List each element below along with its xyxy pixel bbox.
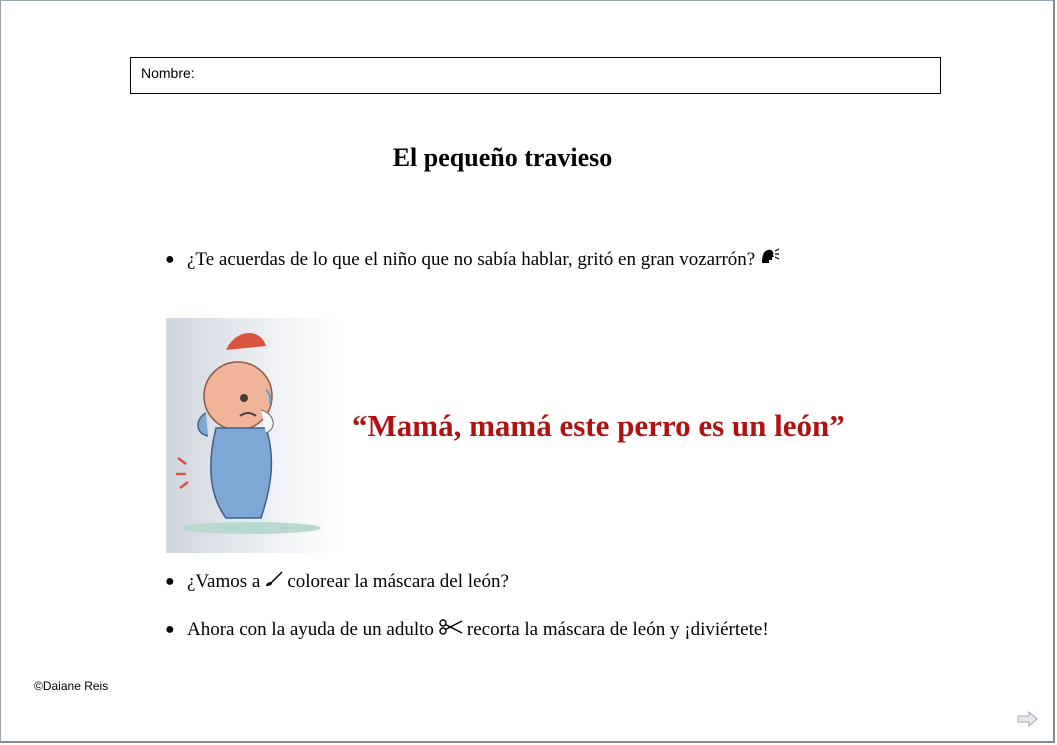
question-1-text: ¿Te acuerdas de lo que el niño que no sa…: [187, 249, 756, 270]
crying-child-illustration: [166, 318, 342, 553]
list-item-question-2: ● ¿Vamos a colorear la máscara del león?: [165, 571, 509, 593]
scissors-icon: [438, 619, 467, 639]
next-arrow-icon[interactable]: [1017, 710, 1039, 728]
page-title: El pequeño travieso: [392, 143, 613, 172]
brush-icon: [265, 571, 287, 591]
name-label: Nombre:: [141, 65, 195, 81]
speaking-head-icon: [760, 248, 780, 269]
list-item-question-3: ● Ahora con la ayuda de un adulto recorta…: [165, 619, 769, 641]
question-2-before: ¿Vamos a: [187, 571, 261, 592]
list-item-question-1: ● ¿Te acuerdas de lo que el niño que no s…: [165, 247, 780, 271]
name-field[interactable]: Nombre:: [130, 57, 941, 94]
question-2-after: colorear la máscara del león?: [287, 571, 509, 592]
bullet-icon: ●: [165, 573, 175, 590]
copyright-text: ©Daiane Reis: [34, 679, 109, 693]
question-3-before: Ahora con la ayuda de un adulto: [187, 619, 434, 640]
quote-text: “Mamá, mamá este perro es un león”: [352, 408, 845, 443]
bullet-icon: ●: [165, 621, 175, 638]
question-3-after: recorta la máscara de león y ¡diviértete…: [466, 619, 769, 640]
bullet-icon: ●: [165, 251, 175, 268]
